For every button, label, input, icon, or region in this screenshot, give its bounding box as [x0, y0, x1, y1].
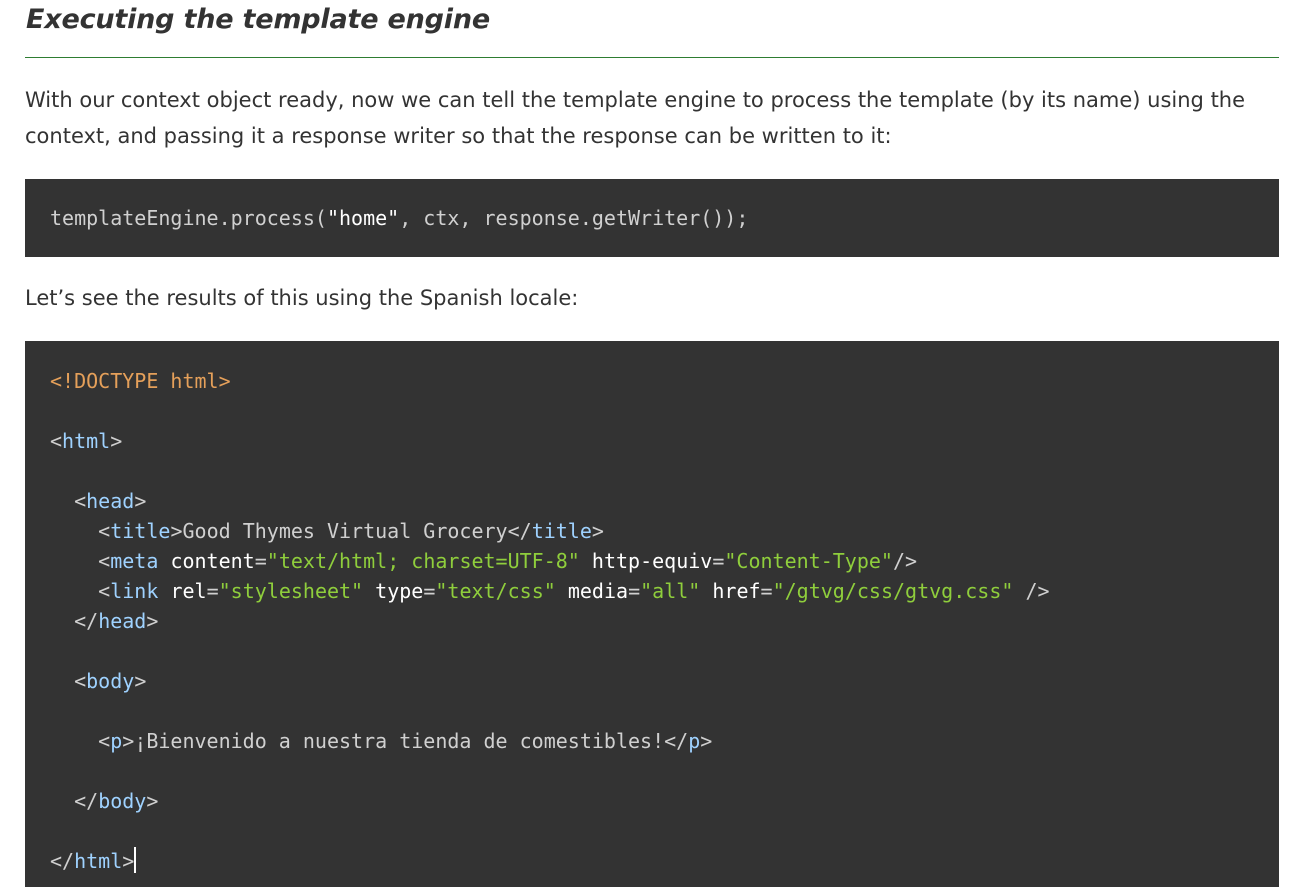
attr-value: "stylesheet": [218, 579, 364, 603]
text-cursor: [134, 847, 137, 873]
title-text: Good Thymes Virtual Grocery: [182, 519, 508, 543]
tag-name: head: [86, 489, 135, 513]
code-text: , ctx, response.getWriter());: [399, 206, 749, 230]
code-line: <link rel="stylesheet" type="text/css" m…: [98, 579, 1050, 603]
tag-name: body: [86, 669, 135, 693]
section-heading: Executing the template engine: [26, 4, 490, 35]
tag-name: html: [62, 429, 111, 453]
code-line: <title>Good Thymes Virtual Grocery</titl…: [98, 519, 604, 543]
code-line: <html>: [50, 429, 123, 453]
attr-value: "/gtvg/css/gtvg.css": [772, 579, 1014, 603]
tag-name: body: [98, 789, 147, 813]
tag-name: p: [688, 729, 701, 753]
code-string: "home": [326, 206, 400, 230]
code-line: </head>: [74, 609, 159, 633]
attr-name: media: [567, 579, 629, 603]
code-line: </body>: [74, 789, 159, 813]
tag-name: link: [110, 579, 159, 603]
tag-name: meta: [110, 549, 159, 573]
tag-name: p: [110, 729, 123, 753]
attr-value: "text/html; charset=UTF-8": [266, 549, 580, 573]
code-line: <body>: [74, 669, 147, 693]
tag-name: title: [110, 519, 171, 543]
code-line: <p>¡Bienvenido a nuestra tienda de comes…: [98, 729, 713, 753]
tag-name: head: [98, 609, 147, 633]
heading-divider: [25, 57, 1279, 58]
followup-paragraph: Let’s see the results of this using the …: [25, 286, 579, 310]
attr-value: "all": [640, 579, 701, 603]
attr-name: content: [170, 549, 255, 573]
code-line: <!DOCTYPE html>: [50, 366, 1279, 396]
code-line: templateEngine.process("home", ctx, resp…: [50, 203, 1279, 233]
tag-name: title: [531, 519, 592, 543]
code-block-process: templateEngine.process("home", ctx, resp…: [25, 179, 1279, 257]
doctype: <!DOCTYPE html>: [50, 369, 231, 393]
attr-value: "text/css": [435, 579, 556, 603]
attr-name: rel: [170, 579, 207, 603]
code-block-html-output: <!DOCTYPE html> <html> <head> <title>Good…: [25, 341, 1279, 887]
attr-name: href: [712, 579, 761, 603]
attr-name: type: [375, 579, 424, 603]
code-text: templateEngine.process(: [50, 206, 327, 230]
tag-name: html: [74, 849, 123, 873]
intro-paragraph: With our context object ready, now we ca…: [25, 88, 1246, 148]
paragraph-text: ¡Bienvenido a nuestra tienda de comestib…: [134, 729, 665, 753]
code-line: <head>: [74, 489, 147, 513]
code-line: <meta content="text/html; charset=UTF-8"…: [98, 549, 918, 573]
attr-name: http-equiv: [591, 549, 713, 573]
attr-value: "Content-Type": [724, 549, 893, 573]
code-line: </html>: [50, 847, 137, 873]
